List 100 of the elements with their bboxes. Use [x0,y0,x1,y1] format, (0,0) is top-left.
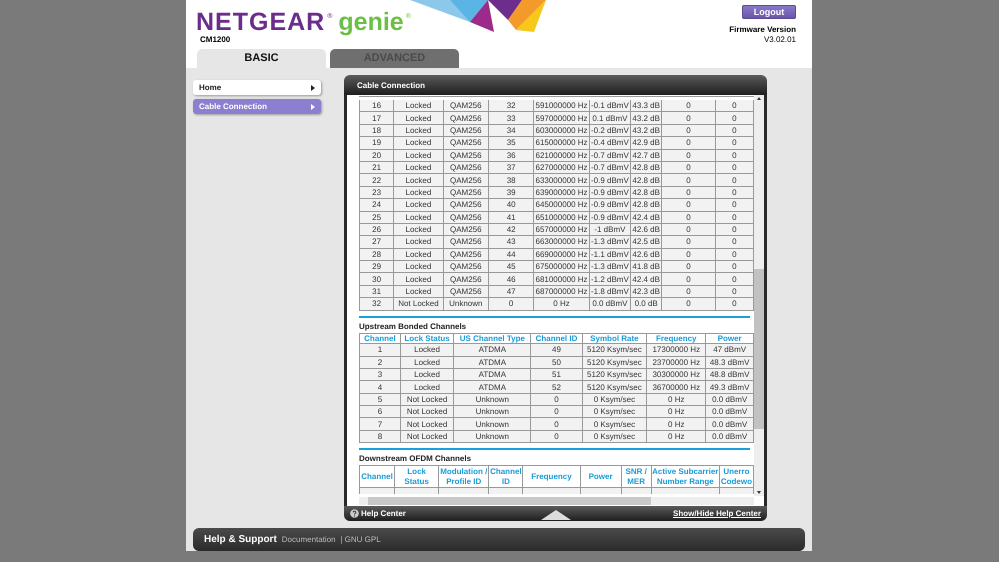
sidebar-item[interactable]: Home [193,80,321,95]
table-cell: Locked [394,186,444,199]
table-cell: QAM256 [443,223,488,236]
table-cell: 663000000 Hz [534,236,590,248]
table-cell: ATDMA [454,356,531,368]
column-header: Lock Status [394,466,439,488]
table-cell: 47 dBmV [706,344,754,356]
column-header: SNR / MER [621,466,652,488]
table-cell: 32 [488,98,534,112]
table-cell: Locked [394,161,444,174]
table-cell: 639000000 Hz [534,186,590,199]
table-cell: 30300000 Hz [646,368,706,381]
table-cell: QAM256 [443,98,488,112]
separator: | [340,535,343,544]
table-cell: 7 [360,418,400,430]
table-cell: 8 [360,430,400,443]
table-cell: QAM256 [443,174,488,186]
table-cell: Unknown [443,298,488,310]
table-cell: 0.0 dBmV [706,406,754,418]
table-cell: Locked [394,285,444,298]
table-cell: 591000000 Hz [534,98,590,112]
table-cell: 0 [715,98,754,112]
table-cell: 615000000 Hz [534,136,590,150]
table-cell: Unknown [454,406,531,418]
table-cell: -0.7 dBmV [589,149,631,162]
table-cell: Unknown [454,430,531,443]
table-cell: Unknown [454,393,531,406]
table-cell: Locked [394,198,444,212]
table-cell: 0 [488,298,534,310]
tab[interactable]: BASIC [197,49,326,68]
table-cell: 0 [662,98,716,112]
table-cell: 36 [488,149,534,162]
table-cell: 5120 Ksym/sec [582,356,647,368]
table-cell: Locked [394,223,444,236]
table-cell: ATDMA [454,368,531,381]
table-cell: 1 [360,344,400,356]
table-cell: 34 [488,124,534,137]
table-cell: 32 [360,298,394,310]
table-cell: 0 [662,260,716,273]
table-cell: -0.1 dBmV [589,98,631,112]
table-cell: 52 [530,380,582,394]
sidebar-item[interactable]: Cable Connection [193,99,321,114]
table-cell: 0 Ksym/sec [582,393,647,406]
table-cell: 0.0 dBmV [706,430,754,443]
table-cell: 0 [662,211,716,224]
help-center-link[interactable]: Help Center [350,509,406,518]
table-cell: 603000000 Hz [534,124,590,137]
table-cell: Locked [400,344,454,356]
table-cell: 20 [360,149,394,162]
column-header: Lock Status [400,333,454,344]
table-cell: 0 [662,248,716,261]
table-cell: -1.3 dBmV [589,260,631,273]
expand-arrow-icon[interactable] [540,510,570,520]
table-cell: 43 [488,236,534,248]
table-cell: QAM256 [443,149,488,162]
scroll-down-icon[interactable] [754,488,764,496]
vertical-scrollbar[interactable] [754,95,764,496]
horizontal-scrollbar[interactable] [359,497,754,505]
table-cell: 33 [488,112,534,124]
section-title: Upstream Bonded Channels [359,322,468,331]
column-header: Modulation / Profile ID [438,466,489,488]
table-cell: 19 [360,136,394,150]
table-cell: Locked [400,356,454,368]
table-cell: Locked [394,272,444,286]
table-cell: 0 Hz [534,298,590,310]
footer-title: Help & Support [204,534,277,545]
table-cell: 2 [360,356,400,368]
table-cell: Not Locked [394,298,444,310]
table-cell: 0 [662,285,716,298]
table-cell: Locked [394,149,444,162]
table-cell: 39 [488,186,534,199]
product-name: genie [338,8,404,36]
table-cell: 5120 Ksym/sec [582,368,647,381]
table-cell: 29 [360,260,394,273]
table-cell: 675000000 Hz [534,260,590,273]
table-cell: Not Locked [400,430,454,443]
table-cell: 0 Hz [646,393,706,406]
panel-title: Cable Connection [344,75,767,95]
table-cell: 16 [360,98,394,112]
table-cell: 681000000 Hz [534,272,590,286]
firmware-version: V3.02.01 [764,35,796,45]
table-cell: 42 [488,223,534,236]
show-hide-help-link[interactable]: Show/Hide Help Center [672,509,761,518]
table-cell: 0 [662,223,716,236]
table-cell: 5120 Ksym/sec [582,380,647,394]
table-cell: 26 [360,223,394,236]
documentation-link[interactable]: Documentation [282,535,336,544]
table-cell: 0 [662,161,716,174]
table-cell: 0 [662,298,716,310]
table-cell: 0 Ksym/sec [582,430,647,443]
table-cell: 38 [488,174,534,186]
column-header: Channel ID [488,466,523,488]
table-cell: 0 [530,393,582,406]
table-cell: 669000000 Hz [534,248,590,261]
logout-button[interactable]: Logout [742,5,796,19]
model-name: CM1200 [200,35,230,44]
table-cell: 0 Hz [646,430,706,443]
table-cell: Not Locked [400,406,454,418]
license-link[interactable]: GNU GPL [344,535,381,544]
table-cell: QAM256 [443,124,488,137]
